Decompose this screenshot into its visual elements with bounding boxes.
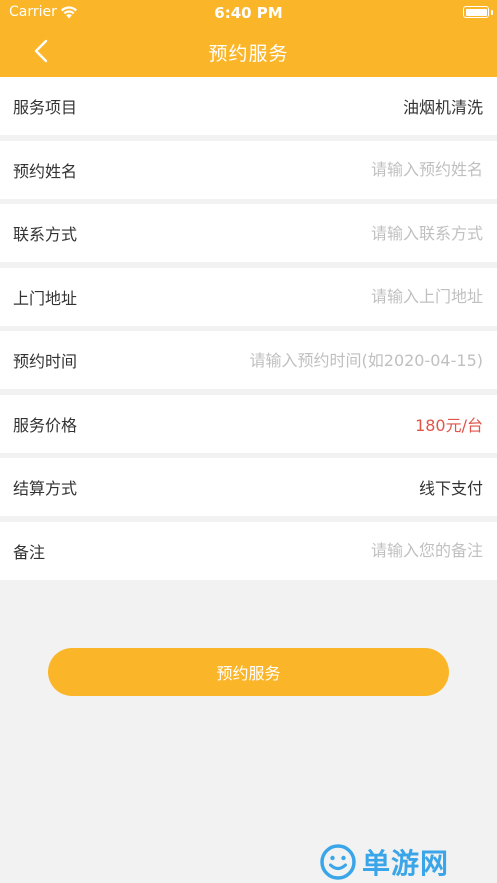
service-item-row: 服务项目 油烟机清洗 xyxy=(0,77,497,135)
page-title: 预约服务 xyxy=(208,43,289,65)
name-row: 预约姓名 xyxy=(0,140,497,199)
watermark: 单游网 xyxy=(318,841,449,883)
submit-booking-button[interactable]: 预约服务 xyxy=(48,648,449,696)
battery-icon xyxy=(463,6,489,18)
smiley-logo-icon xyxy=(320,844,356,880)
address-row: 上门地址 xyxy=(0,267,497,326)
contact-row: 联系方式 xyxy=(0,204,497,262)
time-input[interactable] xyxy=(123,350,483,370)
service-item-value: 油烟机清洗 xyxy=(402,98,483,117)
battery-cap xyxy=(491,10,493,15)
price-value: 180元/台 xyxy=(415,415,483,435)
header: Carrier 6:40 PM 预约服务 xyxy=(0,0,497,77)
battery-fill xyxy=(465,8,487,16)
price-label: 服务价格 xyxy=(13,415,78,435)
contact-label: 联系方式 xyxy=(13,225,78,244)
address-label: 上门地址 xyxy=(13,288,78,308)
payment-row: 结算方式 线下支付 xyxy=(0,458,497,516)
remark-label: 备注 xyxy=(13,542,46,562)
payment-value: 线下支付 xyxy=(418,479,483,498)
price-row: 服务价格 180元/台 xyxy=(0,394,497,453)
booking-form: 服务项目 油烟机清洗 预约姓名 联系方式 上门地址 预约时间 服务价格 180元… xyxy=(0,77,497,580)
service-item-label: 服务项目 xyxy=(13,98,78,117)
contact-input[interactable] xyxy=(183,223,483,243)
watermark-text: 单游网 xyxy=(362,847,450,880)
remark-input[interactable] xyxy=(183,541,483,560)
status-time: 6:40 PM xyxy=(214,4,283,22)
address-input[interactable] xyxy=(183,287,483,306)
time-label: 预约时间 xyxy=(13,352,78,371)
name-label: 预约姓名 xyxy=(13,161,78,181)
nav-bar: 预约服务 xyxy=(0,26,497,77)
time-row: 预约时间 xyxy=(0,331,497,389)
remark-row: 备注 xyxy=(0,521,497,580)
status-bar: Carrier 6:40 PM xyxy=(0,0,497,26)
payment-label: 结算方式 xyxy=(13,479,78,498)
name-input[interactable] xyxy=(183,160,483,179)
